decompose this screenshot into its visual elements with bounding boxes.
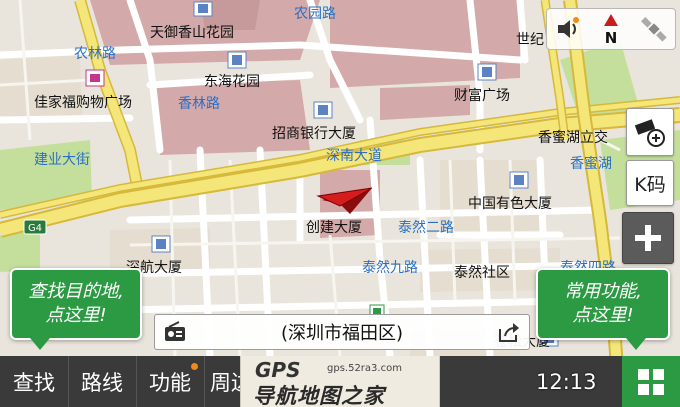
building-icon (151, 235, 171, 253)
search-hint-line2: 点这里! (45, 305, 107, 326)
road-label: 香林路 (178, 96, 220, 112)
watermark-gps: GPS (255, 358, 301, 382)
bubble-tail (626, 338, 646, 350)
north-compass-icon: N (603, 14, 618, 46)
poi-label: 香蜜湖立交 (538, 129, 608, 146)
shopping-cart-icon (85, 69, 105, 87)
k-code-button[interactable]: K码 (626, 160, 674, 206)
building-icon (477, 63, 497, 81)
compass-button[interactable]: N (593, 11, 629, 47)
speaker-icon (558, 17, 580, 38)
poi-label: 中国有色大厦 (468, 195, 552, 212)
functions-hint-line2: 点这里! (572, 305, 634, 326)
poi-label: 招商银行大厦 (272, 126, 356, 142)
road-label: 建业大街 (34, 152, 90, 168)
road-label: 深南大道 (326, 148, 382, 164)
watermark-logo: GPS gps.52ra3.com 导航地图之家 (240, 356, 440, 407)
poi-label: 天御香山花园 (150, 25, 234, 41)
functions-hint-line1: 常用功能, (564, 281, 642, 302)
location-bar: (深圳市福田区) (154, 314, 530, 350)
building-icon (313, 101, 333, 119)
share-icon (499, 323, 519, 342)
poi-label: 东海花园 (204, 74, 260, 90)
current-location-text: (深圳市福田区) (280, 323, 404, 344)
top-controls-panel: N (546, 8, 676, 50)
road-label: 农园路 (294, 6, 336, 22)
poi-label: 创建大厦 (306, 220, 362, 236)
radio-icon (165, 321, 185, 341)
building-icon (509, 171, 529, 189)
zoom-in-button[interactable] (622, 212, 674, 264)
bubble-tail (30, 338, 50, 350)
tab-search[interactable]: 查找 (0, 356, 69, 407)
tab-route[interactable]: 路线 (68, 356, 137, 407)
menu-grid-button[interactable] (622, 356, 680, 407)
watermark-site: gps.52ra3.com (327, 363, 402, 374)
notification-dot (191, 363, 198, 370)
road-label: 香蜜湖 (570, 156, 612, 172)
camera-zoom-icon (634, 119, 665, 147)
speaker-button[interactable] (550, 11, 586, 47)
building-icon (193, 1, 213, 17)
road-label: 泰然九路 (362, 259, 418, 276)
plus-icon (635, 225, 661, 251)
radio-button[interactable] (155, 315, 195, 349)
share-button[interactable] (489, 315, 529, 349)
poi-label: 佳家福购物广场 (34, 94, 132, 111)
g4-highway-badge: G4 (23, 219, 47, 235)
north-label: N (605, 29, 618, 46)
poi-label: 财富广场 (454, 87, 510, 104)
search-hint-line1: 查找目的地, (28, 281, 124, 302)
poi-label: 世纪 (516, 32, 544, 48)
road-label: 泰然二路 (398, 219, 454, 236)
clock: 12:13 (536, 370, 597, 394)
building-icon (227, 51, 247, 69)
road-label: 农林路 (74, 46, 116, 62)
camera-zoom-button[interactable] (626, 108, 674, 156)
search-hint-bubble[interactable]: 查找目的地, 点这里! (10, 268, 142, 350)
watermark-title: 导航地图之家 (253, 384, 385, 407)
grid-menu-icon (638, 368, 664, 395)
functions-hint-bubble[interactable]: 常用功能, 点这里! (536, 268, 670, 350)
poi-label: 泰然社区 (454, 264, 510, 281)
tab-nearby[interactable]: 周边 (204, 356, 244, 407)
navigation-screen: G4 天御香山花园 农园路 农林路 东海花园 佳家福购物广场 香林路 世纪 财富… (0, 0, 680, 407)
satellite-button[interactable] (636, 11, 672, 47)
satellite-icon (640, 17, 667, 42)
g4-label: G4 (28, 223, 42, 234)
